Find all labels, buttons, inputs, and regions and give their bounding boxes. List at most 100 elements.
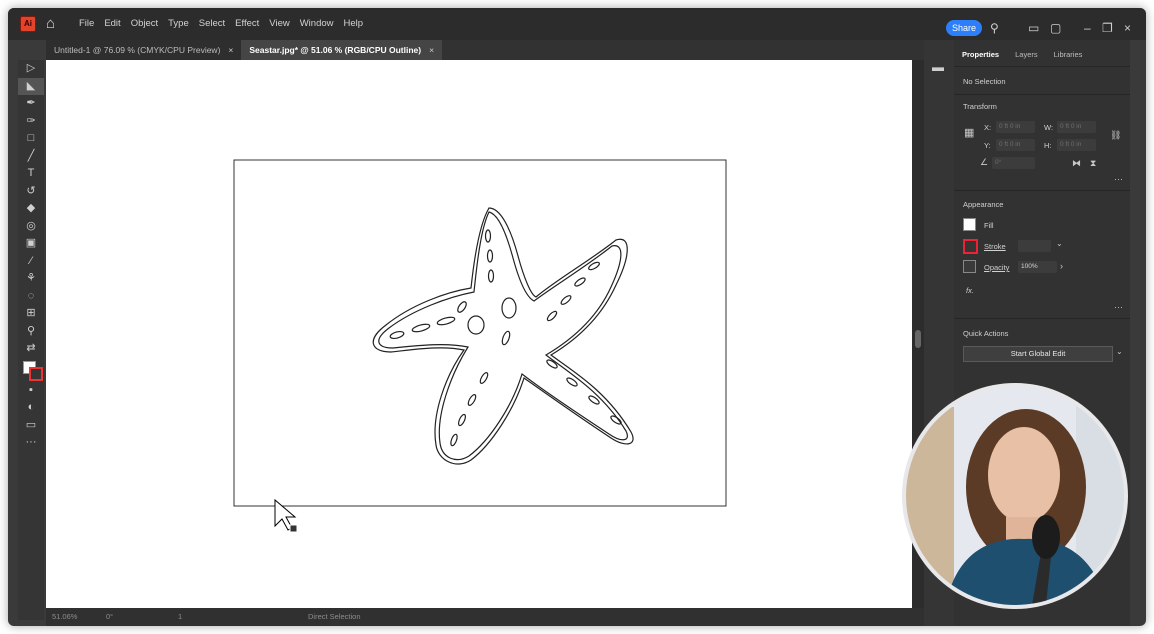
quick-actions-heading: Quick Actions	[963, 329, 1009, 338]
fill-label: Fill	[984, 221, 994, 230]
angle-field[interactable]: 0°	[992, 157, 1035, 169]
rotation-value[interactable]: 0°	[106, 608, 113, 626]
menu-type[interactable]: Type	[163, 8, 194, 40]
direct-selection-tool-icon[interactable]: ◣	[18, 77, 44, 95]
swap-colors-icon[interactable]: ⇄	[18, 340, 44, 358]
draw-mode-icon[interactable]: ◐	[18, 399, 44, 417]
current-tool-label: Direct Selection	[308, 612, 361, 621]
tab-label: Seastar.jpg* @ 51.06 % (RGB/CPU Outline)	[249, 45, 422, 55]
fill-stroke-widget[interactable]	[18, 358, 44, 382]
menu-view[interactable]: View	[264, 8, 294, 40]
h-field[interactable]: 0 ft 0 in	[1057, 139, 1096, 151]
chevron-down-icon[interactable]: ⌄	[1116, 347, 1123, 356]
minimize-icon[interactable]: –	[1084, 20, 1091, 36]
w-label: W:	[1044, 123, 1054, 132]
tab-libraries[interactable]: Libraries	[1046, 50, 1091, 59]
share-button[interactable]: Share	[946, 20, 982, 36]
illustrator-logo: Ai	[20, 16, 36, 32]
screen-mode-icon[interactable]: ▭	[18, 417, 44, 435]
spot	[450, 433, 458, 447]
w-field[interactable]: 0 ft 0 in	[1057, 121, 1096, 133]
menu-effect[interactable]: Effect	[230, 8, 264, 40]
artboard-tool-icon[interactable]: ⊞	[18, 305, 44, 323]
opacity-label[interactable]: Opacity	[984, 263, 1009, 272]
selection-tool-icon[interactable]: ▷	[18, 60, 44, 78]
presenter-video	[906, 387, 1124, 605]
reference-point-icon[interactable]: ▦	[964, 126, 974, 139]
fill-swatch[interactable]	[963, 218, 976, 231]
symbol-sprayer-tool-icon[interactable]: ◌	[18, 288, 44, 306]
comments-icon[interactable]: ▬	[932, 60, 944, 74]
arrange-documents-icon[interactable]: ▭	[1028, 20, 1039, 36]
chevron-down-icon[interactable]: ⌄	[1056, 239, 1063, 248]
spot	[467, 394, 477, 406]
flip-horizontal-icon[interactable]: ⧓	[1072, 158, 1081, 169]
close-window-icon[interactable]: ×	[1124, 20, 1131, 36]
menu-file[interactable]: File	[74, 8, 99, 40]
menu-edit[interactable]: Edit	[99, 8, 125, 40]
webcam-overlay	[906, 387, 1124, 605]
curvature-tool-icon[interactable]: ✑	[18, 113, 44, 131]
selection-status: No Selection	[963, 77, 1006, 86]
paintbrush-tool-icon[interactable]: ╱	[18, 148, 44, 166]
spot	[479, 372, 489, 384]
menu-select[interactable]: Select	[194, 8, 230, 40]
zoom-level[interactable]: 51.06%	[52, 608, 77, 626]
artboard-number[interactable]: 1	[178, 608, 182, 626]
blend-tool-icon[interactable]: ⚘	[18, 270, 44, 288]
stroke-weight-field[interactable]	[1018, 240, 1051, 252]
rotate-tool-icon[interactable]: ↺	[18, 183, 44, 201]
seastar-outline[interactable]	[372, 207, 634, 465]
angle-icon: ∠	[980, 157, 989, 167]
more-options-icon[interactable]: ···	[1114, 174, 1123, 184]
opacity-field[interactable]: 100%	[1018, 261, 1057, 273]
tab-properties[interactable]: Properties	[954, 50, 1007, 59]
rectangle-tool-icon[interactable]: □	[18, 130, 44, 148]
spot	[457, 413, 467, 427]
tab-label: Untitled-1 @ 76.09 % (CMYK/CPU Preview)	[54, 45, 221, 55]
shape-builder-tool-icon[interactable]: ◎	[18, 218, 44, 236]
close-tab-icon[interactable]: ×	[228, 40, 233, 60]
menu-object[interactable]: Object	[126, 8, 163, 40]
more-options-icon[interactable]: ···	[1114, 302, 1123, 312]
panel-tabs: Properties Layers Libraries	[954, 50, 1090, 59]
scroll-thumb[interactable]	[915, 330, 921, 348]
start-global-edit-button[interactable]: Start Global Edit	[963, 346, 1113, 362]
tab-seastar[interactable]: Seastar.jpg* @ 51.06 % (RGB/CPU Outline)…	[241, 40, 443, 60]
chevron-right-icon[interactable]: ›	[1060, 261, 1063, 271]
stroke-swatch[interactable]	[963, 239, 978, 254]
close-tab-icon[interactable]: ×	[429, 40, 434, 60]
search-icon[interactable]: ⚲	[990, 20, 999, 36]
y-field[interactable]: 0 ft 0 in	[996, 139, 1035, 151]
canvas-area[interactable]	[46, 60, 912, 608]
eye-outline	[467, 315, 485, 335]
menu-window[interactable]: Window	[295, 8, 339, 40]
menu-help[interactable]: Help	[339, 8, 369, 40]
home-icon[interactable]: ⌂	[46, 16, 62, 32]
eraser-tool-icon[interactable]: ◆	[18, 200, 44, 218]
gradient-tool-icon[interactable]: ▣	[18, 235, 44, 253]
color-mode-icon[interactable]: ▪	[18, 382, 44, 400]
spot	[486, 249, 494, 263]
stroke-swatch-icon[interactable]	[29, 366, 43, 381]
h-label: H:	[1044, 141, 1052, 150]
fx-button[interactable]: fx.	[966, 286, 974, 295]
status-bar: 51.06% 0° 1 Direct Selection	[46, 608, 924, 626]
type-tool-icon[interactable]: T	[18, 165, 44, 183]
spot	[436, 316, 456, 326]
flip-vertical-icon[interactable]: ⧗	[1090, 158, 1096, 169]
stroke-label[interactable]: Stroke	[984, 242, 1006, 251]
zoom-tool-icon[interactable]: ⚲	[18, 323, 44, 341]
eyedropper-tool-icon[interactable]: ⁄	[18, 253, 44, 271]
constrain-proportions-icon[interactable]: ⛓	[1110, 130, 1121, 141]
opacity-icon	[963, 260, 976, 273]
workspace-switcher-icon[interactable]: ▢	[1050, 20, 1061, 36]
restore-icon[interactable]: ❐	[1102, 20, 1113, 36]
tab-layers[interactable]: Layers	[1007, 50, 1046, 59]
tab-untitled-1[interactable]: Untitled-1 @ 76.09 % (CMYK/CPU Preview) …	[46, 40, 242, 60]
more-tools-icon[interactable]: ···	[18, 434, 44, 452]
divider	[954, 318, 1130, 319]
x-field[interactable]: 0 ft 0 in	[996, 121, 1035, 133]
pen-tool-icon[interactable]: ✒	[18, 95, 44, 113]
divider	[954, 190, 1130, 191]
